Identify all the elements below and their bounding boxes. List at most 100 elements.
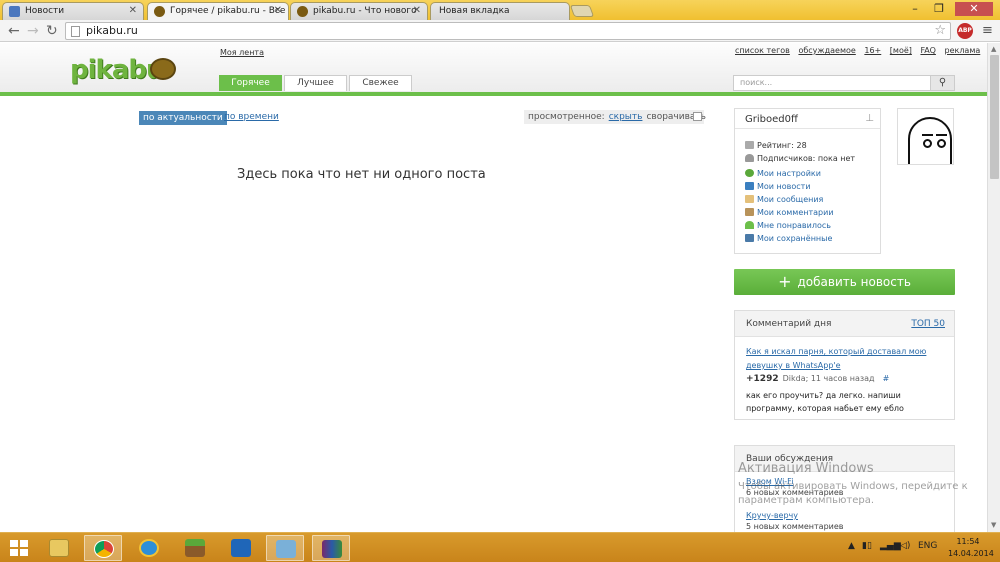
mine-link[interactable]: [моё] — [890, 46, 912, 55]
chrome-icon — [94, 540, 114, 558]
network-app-button[interactable] — [266, 535, 304, 561]
comment-permalink[interactable]: # — [883, 374, 890, 383]
panel-header: Комментарий дня ТОП 50 — [735, 311, 954, 337]
header-divider — [0, 92, 987, 96]
winrar-button[interactable] — [312, 535, 350, 561]
address-bar[interactable]: pikabu.ru ☆ — [65, 22, 951, 40]
tab-chto-novogo[interactable]: pikabu.ru - Что нового ✕ — [290, 2, 428, 20]
sort-by-relevance[interactable]: по актуальности — [139, 111, 227, 125]
faq-link[interactable]: FAQ — [920, 46, 936, 55]
window-close-button[interactable]: ✕ — [955, 2, 993, 16]
rating-icon — [745, 141, 754, 149]
signal-icon[interactable]: ▂▄▆ — [880, 541, 901, 551]
activation-watermark-title: Активация Windows — [738, 461, 874, 476]
volume-icon[interactable]: ◁) — [900, 541, 910, 551]
discussion-count: 5 новых комментариев — [746, 522, 844, 531]
plus-icon: + — [778, 272, 792, 291]
empty-feed-message: Здесь пока что нет ни одного поста — [237, 167, 486, 182]
thumb-up-icon — [745, 221, 754, 229]
back-arrow-icon[interactable]: ← — [8, 23, 20, 39]
bookmark-star-icon[interactable]: ☆ — [934, 23, 946, 38]
liked-link[interactable]: Мне понравилось — [745, 221, 831, 230]
collapse-checkbox[interactable] — [693, 112, 702, 121]
activation-watermark-text: Чтобы активировать Windows, перейдите к … — [738, 481, 968, 506]
outlook-button[interactable] — [222, 535, 260, 561]
top50-link[interactable]: ТОП 50 — [911, 319, 945, 329]
tab-novosti[interactable]: Новости ✕ — [2, 2, 144, 20]
my-feed-link[interactable]: Моя лента — [220, 48, 264, 57]
windows-start-icon[interactable] — [10, 540, 28, 556]
user-subscribers: Подписчиков: пока нет — [745, 154, 855, 163]
saved-link[interactable]: Мои сохранённые — [745, 234, 832, 243]
page-icon — [71, 26, 80, 37]
tab-new[interactable]: Новая вкладка — [430, 2, 570, 20]
username[interactable]: Griboed0ff — [745, 114, 798, 125]
avatar-eye — [923, 139, 932, 148]
tab-label: Новая вкладка — [439, 6, 510, 16]
avatar-brow — [922, 134, 933, 136]
ads-link[interactable]: реклама — [944, 46, 980, 55]
clock-time: 11:54 — [956, 537, 980, 546]
adblock-icon[interactable]: ABP — [957, 23, 973, 39]
chrome-button[interactable] — [84, 535, 122, 561]
avatar[interactable] — [897, 108, 954, 165]
sort-by-time[interactable]: по времени — [224, 112, 279, 122]
tab-best[interactable]: Лучшее — [284, 75, 347, 91]
settings-link[interactable]: Мои настройки — [745, 169, 821, 178]
tab-fresh[interactable]: Свежее — [349, 75, 412, 91]
clock-date: 14.04.2014 — [948, 549, 994, 558]
news-icon — [745, 182, 754, 190]
tab-goryachee[interactable]: Горячее / pikabu.ru - Все ✕ — [147, 2, 289, 21]
new-tab-button[interactable] — [569, 5, 595, 17]
reload-icon[interactable]: ↻ — [46, 23, 58, 39]
tab-label: Новости — [25, 6, 65, 16]
chrome-menu-icon[interactable]: ≡ — [982, 23, 993, 38]
search-placeholder: поиск... — [740, 78, 773, 87]
comment-text: как его проучить? да легко. напиши прогр… — [746, 391, 904, 413]
taskbar-clock[interactable]: 11:54 14.04.2014 — [948, 536, 994, 560]
language-indicator[interactable]: ENG — [918, 541, 937, 551]
messages-link[interactable]: Мои сообщения — [745, 195, 823, 204]
minecraft-button[interactable] — [176, 535, 214, 561]
minimize-button[interactable]: – — [904, 2, 926, 16]
hide-viewed-link[interactable]: скрыть — [609, 112, 643, 122]
scrollbar-thumb[interactable] — [990, 55, 999, 179]
close-icon[interactable]: ✕ — [129, 5, 137, 16]
battery-icon[interactable]: ▮▯ — [862, 541, 872, 551]
close-icon[interactable]: ✕ — [274, 5, 282, 16]
url-text: pikabu.ru — [86, 24, 138, 37]
comments-link[interactable]: Мои комментарии — [745, 208, 834, 217]
forward-arrow-icon[interactable]: → — [27, 23, 39, 39]
search-input[interactable]: поиск... ⚲ — [733, 75, 955, 91]
search-icon[interactable]: ⚲ — [930, 76, 954, 90]
discussion-link[interactable]: Кручу-верчу — [746, 511, 844, 520]
tray-arrow-icon[interactable]: ▲ — [848, 541, 855, 551]
tags-link[interactable]: список тегов — [735, 46, 790, 55]
scroll-up-icon[interactable]: ▲ — [991, 45, 996, 53]
site-header: pikabu Моя лента список тегов обсуждаемо… — [0, 43, 987, 93]
tab-hot[interactable]: Горячее — [219, 75, 282, 91]
close-icon[interactable]: ✕ — [413, 5, 421, 16]
discussed-link[interactable]: обсуждаемое — [798, 46, 855, 55]
pin-icon[interactable]: ⊥ — [865, 113, 874, 124]
ie-button[interactable] — [130, 535, 168, 561]
network-icon — [276, 540, 296, 558]
comment-post-link[interactable]: Как я искал парня, который доставал мою … — [746, 345, 946, 373]
comment-score: +1292 — [746, 374, 779, 384]
viewed-label: просмотренное: — [528, 112, 605, 122]
avatar-brow — [936, 134, 947, 136]
browser-tab-strip: Новости ✕ Горячее / pikabu.ru - Все ✕ pi… — [0, 0, 1000, 21]
comment-meta: +1292 Dikda; 11 часов назад # — [746, 374, 889, 384]
explorer-button[interactable] — [40, 535, 78, 561]
age-link[interactable]: 16+ — [864, 46, 881, 55]
restore-button[interactable]: ❐ — [928, 2, 950, 16]
scroll-down-icon[interactable]: ▼ — [991, 521, 996, 529]
user-panel: Griboed0ff ⊥ Рейтинг: 28 Подписчиков: по… — [734, 108, 881, 254]
comment-author-time[interactable]: Dikda; 11 часов назад — [783, 374, 875, 383]
panel-title: Комментарий дня — [746, 319, 832, 329]
page-scrollbar[interactable]: ▲ ▼ — [987, 43, 1000, 532]
comment-of-day-panel: Комментарий дня ТОП 50 Как я искал парня… — [734, 310, 955, 420]
add-news-button[interactable]: + добавить новость — [734, 269, 955, 295]
my-news-link[interactable]: Мои новости — [745, 182, 811, 191]
ie-icon — [139, 539, 159, 557]
